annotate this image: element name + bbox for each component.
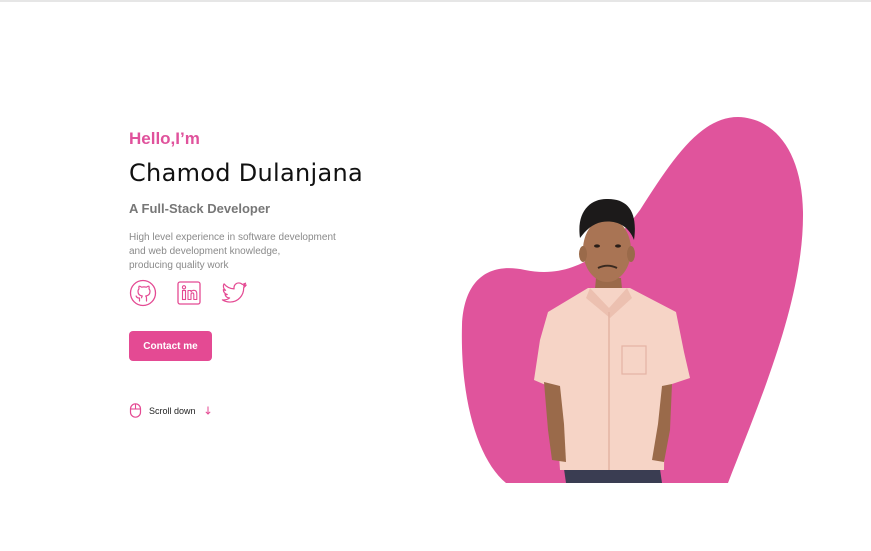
profile-photo: [534, 198, 690, 483]
